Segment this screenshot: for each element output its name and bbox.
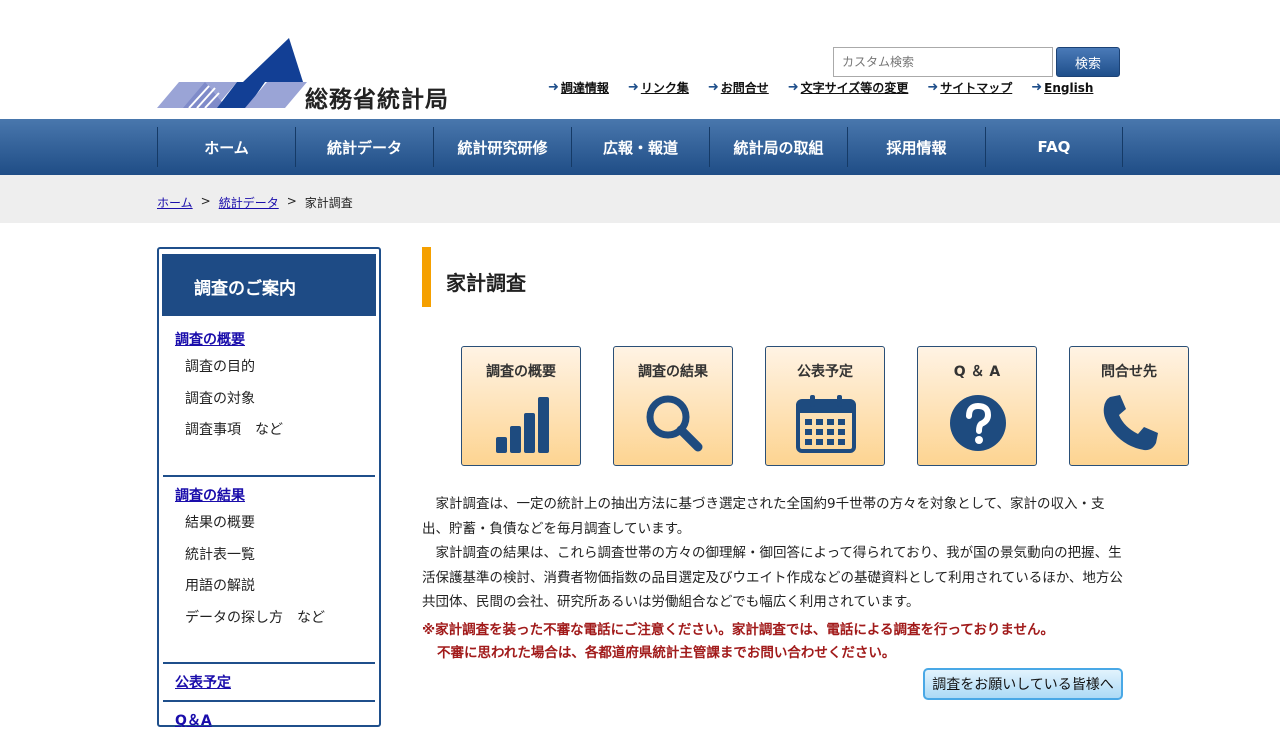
gnav-recruitment[interactable]: 採用情報	[847, 127, 985, 167]
util-link-sitemap[interactable]: ➜ サイトマップ	[927, 79, 1012, 96]
arrow-right-icon: ➜	[707, 80, 719, 95]
logo-mark-icon	[157, 38, 307, 109]
breadcrumb-current: 家計調査	[304, 196, 353, 210]
magnifier-icon	[646, 395, 703, 452]
contact-button[interactable]: 問合せ先	[1069, 346, 1189, 466]
sidebar-link-schedule[interactable]: 公表予定	[163, 672, 375, 692]
util-link-links[interactable]: ➜ リンク集	[628, 79, 689, 96]
arrow-right-icon: ➜	[787, 80, 799, 95]
qa-button[interactable]: Q ＆ A	[917, 346, 1037, 466]
description-paragraph: 家計調査は、一定の統計上の抽出方法に基づき選定された全国約9千世帯の方々を対象と…	[422, 496, 1105, 537]
icon-button-label: Q ＆ A	[953, 364, 1001, 380]
util-link-label[interactable]: 文字サイズ等の変更	[801, 79, 909, 96]
sidebar-section-schedule: 公表予定	[163, 672, 375, 692]
utility-links: ➜ 調達情報 ➜ リンク集 ➜ お問合せ ➜ 文字サイズ等の変更 ➜ サイトマップ ➜ En…	[548, 79, 1093, 96]
site-logo[interactable]: 総務省統計局	[157, 38, 457, 113]
breadcrumb-data[interactable]: 統計データ	[219, 194, 279, 211]
util-link-label[interactable]: リンク集	[641, 79, 689, 96]
sidebar-item: データの探し方 など	[185, 609, 325, 626]
fraud-warning: ※家計調査を装った不審な電話にご注意ください。家計調査では、電話による調査を行っ…	[422, 619, 1124, 665]
icon-button-label: 問合せ先	[1101, 364, 1157, 380]
warning-line: ※家計調査を装った不審な電話にご注意ください。家計調査では、電話による調査を行っ…	[422, 622, 1054, 638]
sidebar-divider	[163, 700, 375, 702]
sidebar: 調査のご案内 調査の概要 調査の目的 調査の対象 調査事項 など 調査の結果 結…	[157, 247, 381, 730]
breadcrumb-home[interactable]: ホーム	[157, 194, 193, 211]
bar-chart-icon	[496, 397, 549, 453]
warning-line: 不審に思われた場合は、各都道府県統計主管課までお問い合わせください。	[437, 645, 896, 661]
site-header: 総務省統計局 検索 ➜調達情報 ➜リンク集 ➜お問合せ ➜文字サイズ等の変更 ➜…	[0, 0, 1280, 119]
breadcrumb: ホーム > 統計データ > 家計調査	[157, 194, 353, 211]
sidebar-link-results[interactable]: 調査の結果	[163, 485, 375, 505]
search-button[interactable]: 検索	[1056, 47, 1120, 77]
sidebar-item: 調査の目的	[185, 359, 255, 375]
sidebar-item: 統計表一覧	[185, 546, 255, 563]
breadcrumb-separator: >	[200, 194, 211, 208]
sidebar-link-overview[interactable]: 調査の概要	[163, 329, 375, 349]
survey-results-button[interactable]: 調査の結果	[613, 346, 733, 466]
arrow-right-icon: ➜	[1031, 80, 1043, 95]
global-nav: ホーム 統計データ 統計研究研修 広報・報道 統計局の取組 採用情報 FAQ	[0, 119, 1280, 175]
sidebar-link-qa[interactable]: Q＆A	[163, 710, 375, 730]
util-link-english[interactable]: ➜ English	[1031, 79, 1093, 96]
sidebar-divider	[163, 662, 375, 664]
breadcrumb-bar: ホーム > 統計データ > 家計調査	[0, 175, 1280, 223]
gnav-press[interactable]: 広報・報道	[571, 127, 709, 167]
sidebar-section-overview: 調査の概要 調査の目的 調査の対象 調査事項 など	[163, 329, 375, 447]
survey-menu: 調査の概要 調査の結果 公表予定 Q ＆ A 問合せ先	[461, 346, 1189, 466]
search-input[interactable]	[833, 47, 1053, 77]
icon-button-label: 公表予定	[797, 364, 853, 380]
sidebar-section-results: 調査の結果 結果の概要 統計表一覧 用語の解説 データの探し方 など	[163, 485, 375, 634]
sidebar-section-qa: Q＆A	[163, 710, 375, 730]
gnav-research-training[interactable]: 統計研究研修	[433, 127, 571, 167]
gnav-faq[interactable]: FAQ	[985, 127, 1123, 167]
icon-button-label: 調査の結果	[638, 364, 708, 380]
arrow-right-icon: ➜	[927, 80, 939, 95]
util-link-label[interactable]: サイトマップ	[940, 79, 1012, 96]
gnav-initiatives[interactable]: 統計局の取組	[709, 127, 847, 167]
util-link-font-size[interactable]: ➜ 文字サイズ等の変更	[788, 79, 909, 96]
phone-icon	[1103, 395, 1158, 451]
logo-text: 総務省統計局	[305, 87, 449, 113]
util-link-contact[interactable]: ➜ お問合せ	[708, 79, 769, 96]
util-link-label[interactable]: お問合せ	[721, 79, 769, 96]
util-link-label[interactable]: 調達情報	[561, 79, 609, 96]
survey-overview-button[interactable]: 調査の概要	[461, 346, 581, 466]
breadcrumb-separator: >	[286, 194, 297, 208]
sidebar-item: 結果の概要	[185, 515, 255, 531]
sidebar-item: 調査事項 など	[185, 422, 283, 438]
util-link-label[interactable]: English	[1044, 81, 1093, 95]
sidebar-divider	[163, 475, 375, 477]
title-accent-bar	[422, 247, 431, 307]
release-schedule-button[interactable]: 公表予定	[765, 346, 885, 466]
sidebar-heading: 調査のご案内	[162, 254, 376, 316]
description-paragraph: 家計調査の結果は、これら調査世帯の方々の御理解・御回答によって得られており、我が…	[422, 545, 1123, 610]
gnav-statistics-data[interactable]: 統計データ	[295, 127, 433, 167]
survey-description: 家計調査は、一定の統計上の抽出方法に基づき選定された全国約9千世帯の方々を対象と…	[422, 492, 1124, 615]
icon-button-label: 調査の概要	[486, 364, 556, 380]
sidebar-item: 調査の対象	[185, 390, 255, 407]
util-link-procurement[interactable]: ➜ 調達情報	[548, 79, 609, 96]
arrow-right-icon: ➜	[548, 80, 559, 95]
gnav-home[interactable]: ホーム	[157, 127, 295, 167]
sidebar-item: 用語の解説	[185, 578, 255, 594]
question-icon	[950, 395, 1006, 451]
calendar-icon	[796, 395, 856, 453]
page-title: 家計調査	[446, 271, 526, 295]
arrow-right-icon: ➜	[627, 80, 639, 95]
request-to-respondents-button[interactable]: 調査をお願いしている皆様へ	[923, 668, 1123, 700]
